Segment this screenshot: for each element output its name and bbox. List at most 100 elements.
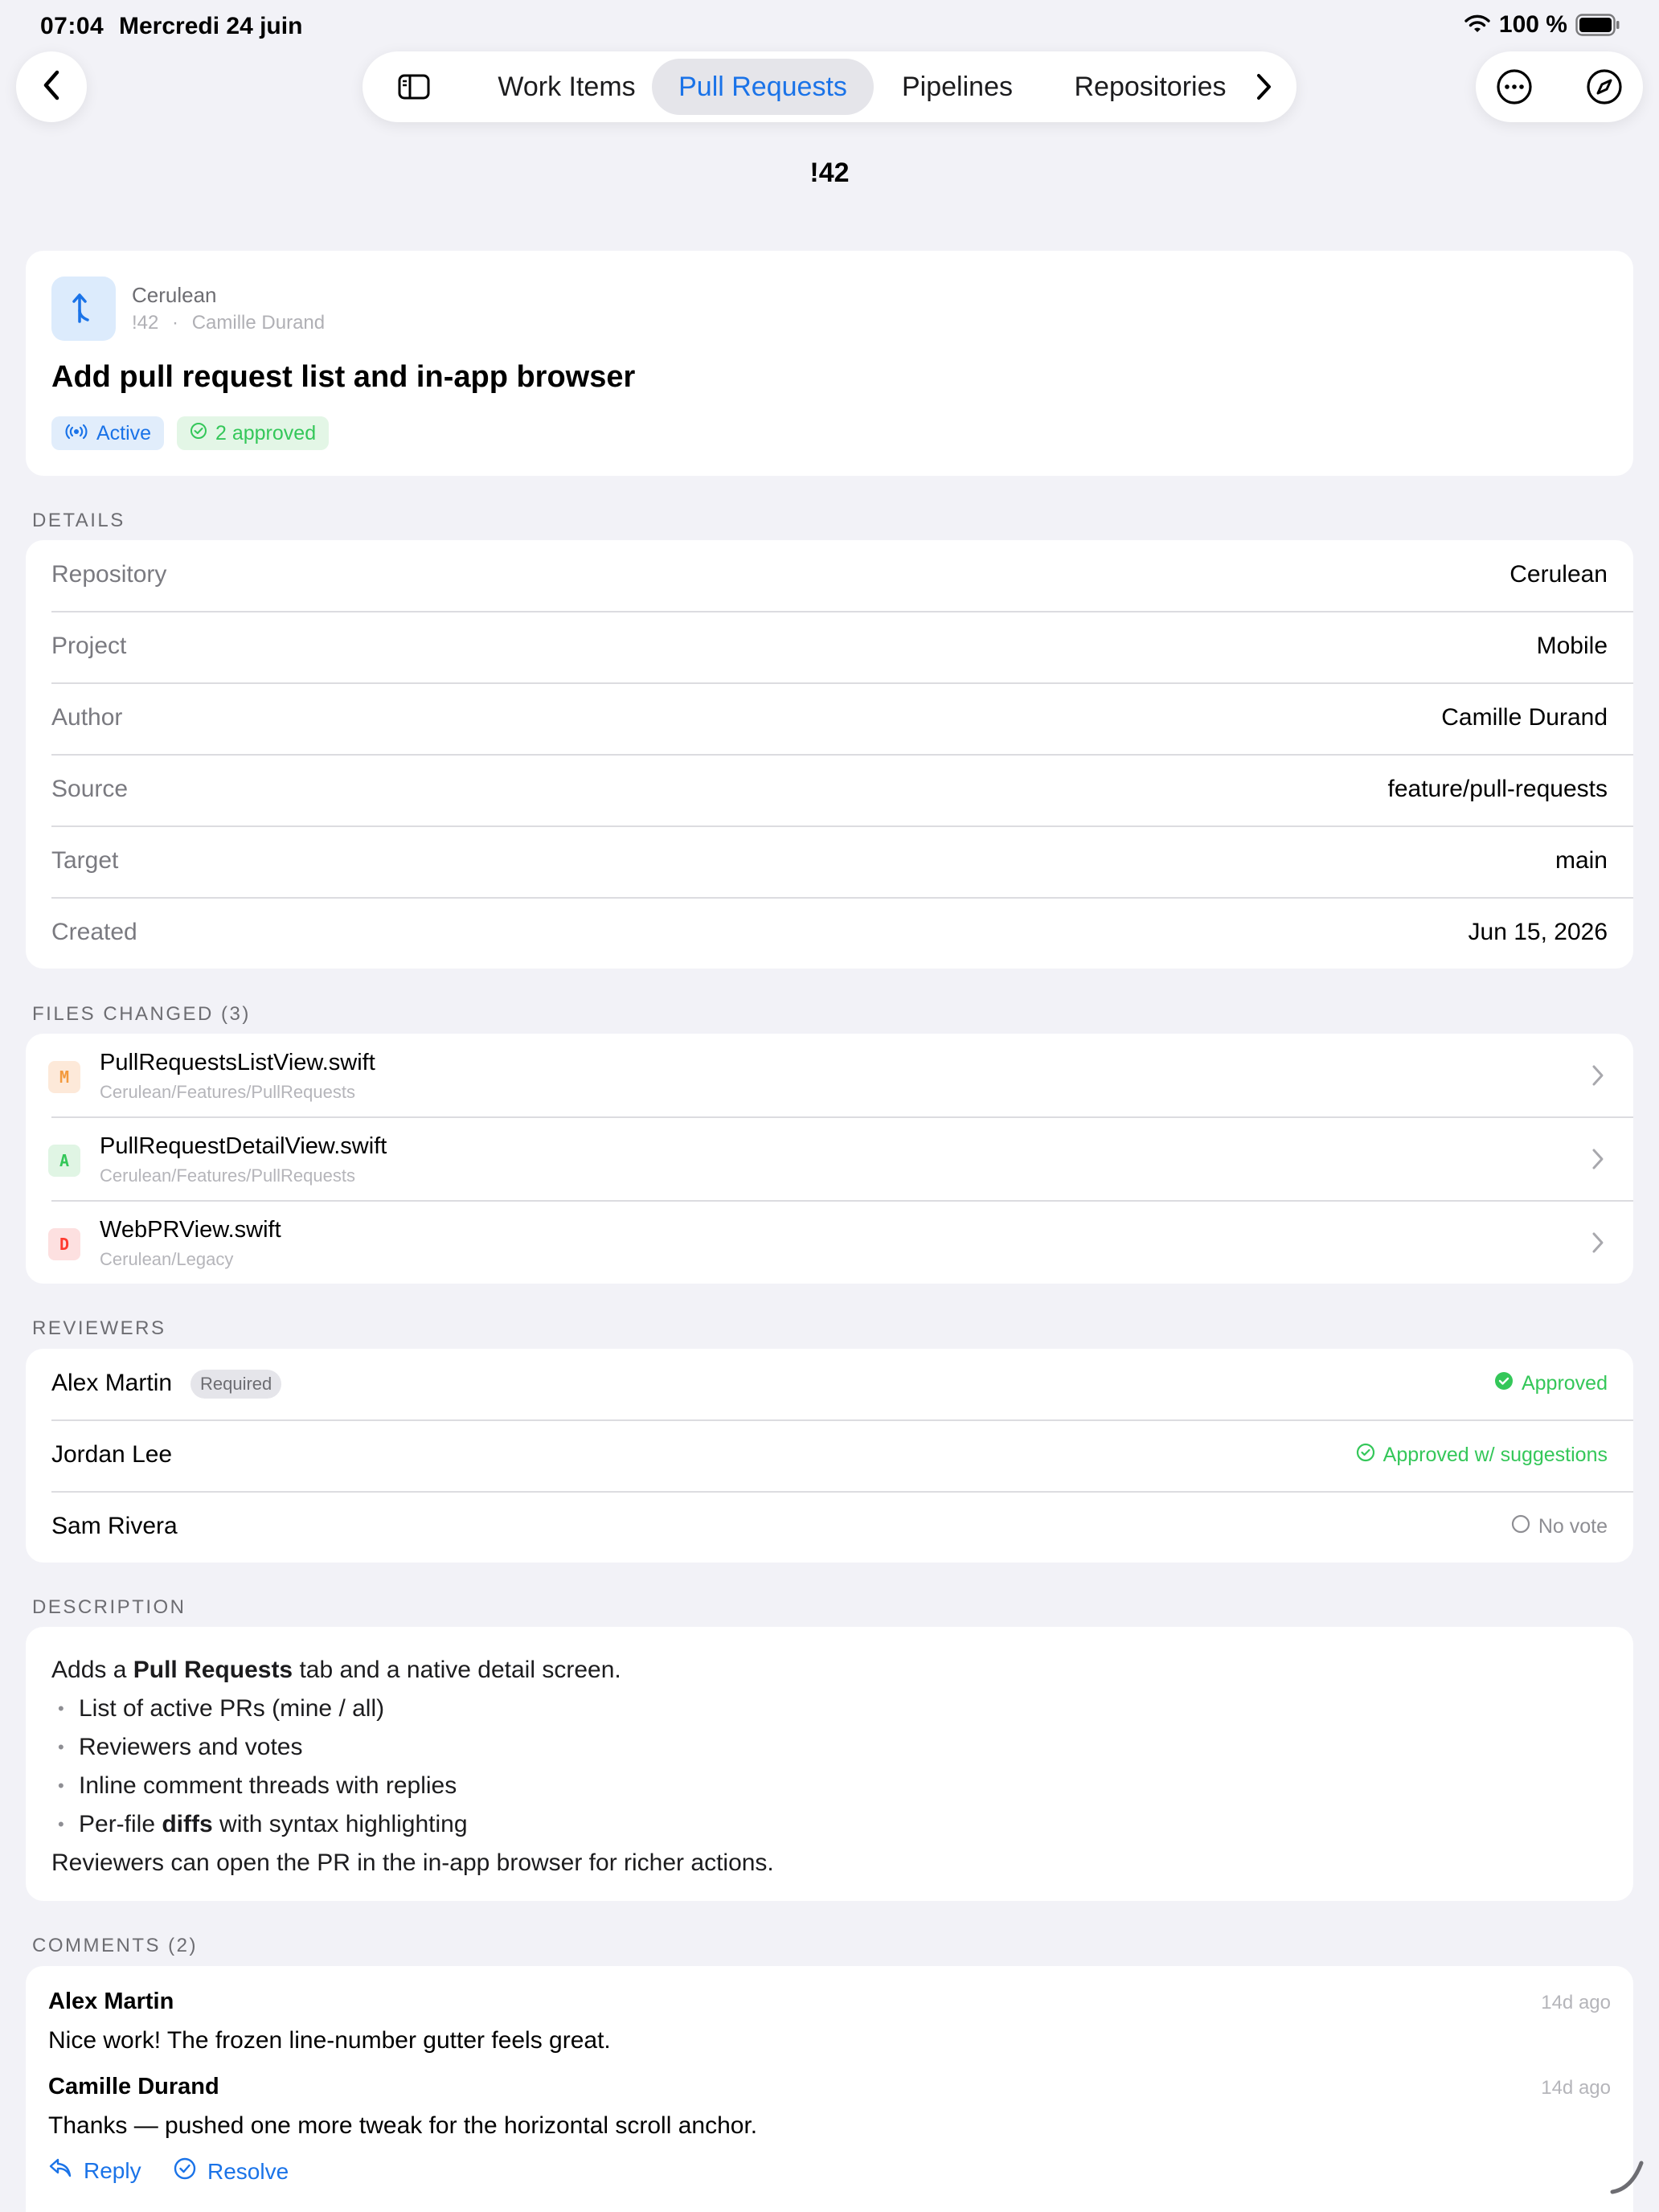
reviewer-row: Jordan Lee Approved w/ suggestions	[26, 1420, 1633, 1492]
description-card: Adds a Pull Requests tab and a native de…	[26, 1627, 1633, 1901]
pr-meta: !42 · Camille Durand	[132, 312, 325, 334]
approved-badge-label: 2 approved	[215, 421, 317, 444]
detail-label: Author	[51, 704, 123, 731]
status-time: 07:04	[40, 13, 104, 39]
check-circle-icon	[190, 422, 207, 445]
approved-badge: 2 approved	[177, 416, 330, 450]
top-tab-bar: Work Items Pull Requests Pipelines Repos…	[363, 51, 1296, 122]
comment-text: Thanks — pushed one more tweak for the h…	[48, 2112, 758, 2139]
detail-row-project: Project Mobile	[26, 612, 1633, 683]
vote-label: Approved	[1521, 1372, 1608, 1395]
status-date: Mercredi 24 juin	[119, 13, 303, 39]
vote-label: No vote	[1538, 1515, 1608, 1538]
pr-author: Camille Durand	[191, 312, 326, 334]
resolve-button[interactable]: Resolve	[174, 2157, 289, 2185]
file-row[interactable]: A PullRequestDetailView.swift Cerulean/F…	[26, 1117, 1633, 1201]
detail-value: Jun 15, 2026	[1468, 919, 1608, 945]
reviewer-name: Alex Martin	[51, 1370, 173, 1396]
status-badge: Active	[51, 416, 165, 450]
details-section-header: DETAILS	[32, 510, 125, 531]
detail-label: Repository	[51, 561, 167, 588]
reviewer-row: Sam Rivera No vote	[26, 1492, 1633, 1563]
vote-status: No vote	[1511, 1514, 1608, 1539]
file-path: Cerulean/Legacy	[100, 1249, 234, 1269]
pr-header-card: Cerulean !42 · Camille Durand Add pull r…	[26, 251, 1633, 476]
back-button[interactable]	[16, 51, 87, 122]
bullet-item: List of active PRs (mine / all)	[51, 1690, 774, 1728]
compass-icon[interactable]	[1585, 68, 1624, 106]
detail-label: Created	[51, 919, 137, 945]
bold-span: diffs	[162, 1811, 213, 1837]
status-badge-label: Active	[96, 421, 152, 444]
wifi-icon	[1464, 14, 1491, 35]
reviewer-name: Sam Rivera	[51, 1513, 178, 1539]
detail-row-author: Author Camille Durand	[26, 683, 1633, 755]
toolbar-actions	[1476, 51, 1643, 122]
status-bar: 07:04 Mercredi 24 juin 100 %	[0, 0, 1659, 51]
comments-section-header: COMMENTS (2)	[32, 1935, 198, 1956]
check-circle-filled-icon	[1494, 1371, 1514, 1396]
comment-text: Nice work! The frozen line-number gutter…	[48, 2027, 611, 2054]
resolve-label: Resolve	[207, 2158, 289, 2184]
reply-button[interactable]: Reply	[48, 2157, 141, 2184]
chevron-right-icon	[1591, 1064, 1604, 1091]
detail-row-source: Source feature/pull-requests	[26, 755, 1633, 826]
bullet-item: Inline comment threads with replies	[51, 1767, 774, 1805]
description-outro: Reviewers can open the PR in the in-app …	[51, 1849, 774, 1876]
pr-id: !42	[132, 312, 159, 334]
tab-work-items[interactable]: Work Items	[472, 59, 662, 115]
deleted-badge: D	[48, 1228, 80, 1260]
file-row[interactable]: M PullRequestsListView.swift Cerulean/Fe…	[26, 1034, 1633, 1117]
tab-pipelines[interactable]: Pipelines	[881, 59, 1034, 115]
description-intro: Adds a Pull Requests tab and a native de…	[51, 1651, 774, 1690]
detail-value: feature/pull-requests	[1387, 776, 1608, 802]
pull-request-icon	[51, 276, 116, 341]
check-circle-icon	[1356, 1443, 1375, 1468]
detail-value: main	[1555, 847, 1608, 874]
detail-row-repository: Repository Cerulean	[26, 540, 1633, 612]
vote-label: Approved w/ suggestions	[1382, 1444, 1608, 1466]
file-name: WebPRView.swift	[100, 1217, 281, 1243]
reviewer-name: Jordan Lee	[51, 1441, 173, 1468]
chevron-right-icon[interactable]	[1255, 72, 1274, 105]
tab-repositories[interactable]: Repositories	[1054, 59, 1247, 115]
bullet-item: Per-file diffs with syntax highlighting	[51, 1805, 774, 1844]
reply-label: Reply	[84, 2157, 141, 2183]
text-span: tab and a native detail screen.	[293, 1657, 621, 1683]
comment-author: Alex Martin	[48, 1989, 174, 2014]
vote-status: Approved w/ suggestions	[1356, 1443, 1608, 1468]
file-name: PullRequestDetailView.swift	[100, 1133, 387, 1159]
text-span: Per-file	[79, 1811, 162, 1837]
more-icon[interactable]	[1495, 68, 1534, 106]
page-title: !42	[809, 158, 850, 188]
text-span: with syntax highlighting	[212, 1811, 468, 1837]
description-body: Adds a Pull Requests tab and a native de…	[51, 1651, 774, 1882]
files-section-header: FILES CHANGED (3)	[32, 1003, 251, 1025]
reply-icon	[48, 2157, 72, 2184]
detail-value: Camille Durand	[1441, 704, 1608, 731]
detail-label: Source	[51, 776, 129, 802]
reviewer-row: Alex Martin Required Approved	[26, 1349, 1633, 1420]
detail-row-created: Created Jun 15, 2026	[26, 898, 1633, 969]
battery-percent: 100 %	[1498, 11, 1567, 38]
text-span: Adds a	[51, 1657, 133, 1683]
meta-separator: ·	[172, 312, 179, 334]
bold-span: Pull Requests	[133, 1657, 293, 1683]
empty-circle-icon	[1511, 1514, 1530, 1539]
tab-pull-requests[interactable]: Pull Requests	[652, 59, 874, 115]
battery-icon	[1575, 14, 1620, 36]
files-card: M PullRequestsListView.swift Cerulean/Fe…	[26, 1034, 1633, 1284]
pr-title: Add pull request list and in-app browser	[51, 360, 636, 394]
bullet-item: Reviewers and votes	[51, 1728, 774, 1767]
required-tag: Required	[190, 1370, 282, 1399]
chevron-left-icon	[40, 69, 63, 105]
file-row[interactable]: D WebPRView.swift Cerulean/Legacy	[26, 1201, 1633, 1284]
repo-name: Cerulean	[132, 283, 217, 307]
detail-value: Mobile	[1536, 633, 1608, 659]
detail-label: Target	[51, 847, 119, 874]
details-card: Repository Cerulean Project Mobile Autho…	[26, 540, 1633, 969]
comment-time: 14d ago	[1541, 1992, 1611, 2013]
scroll-indicator[interactable]	[1608, 2157, 1648, 2201]
sidebar-toggle-icon[interactable]	[396, 69, 432, 104]
comment-time: 14d ago	[1541, 2077, 1611, 2099]
